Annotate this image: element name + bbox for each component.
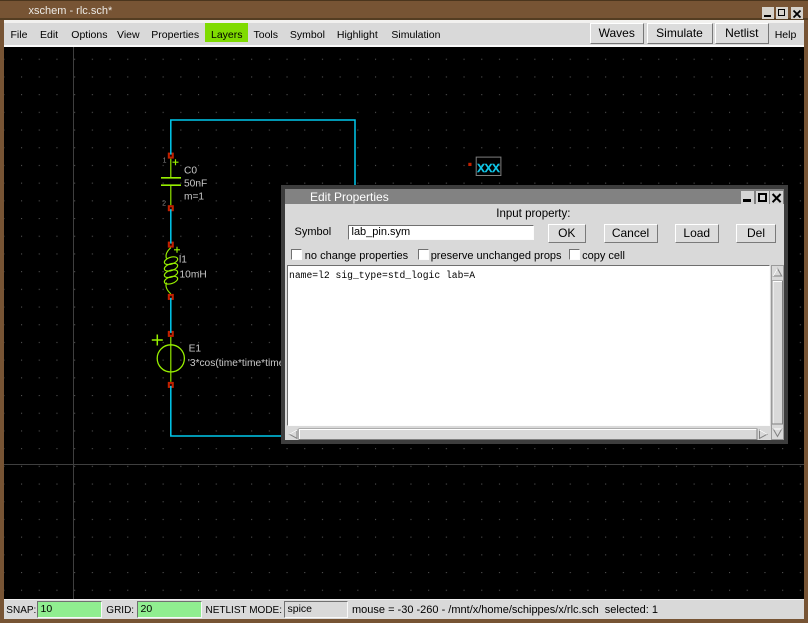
svg-text:'3*cos(time*time*time*: '3*cos(time*time*time*	[188, 358, 288, 369]
svg-text:C0: C0	[184, 165, 197, 176]
svg-text:E1: E1	[189, 343, 202, 354]
svg-text:10mH: 10mH	[180, 270, 207, 281]
svg-text:2: 2	[162, 201, 166, 208]
svg-text:m=1: m=1	[184, 192, 204, 203]
svg-text:xxx: xxx	[477, 159, 500, 176]
svg-text:50nF: 50nF	[184, 179, 207, 190]
svg-text:1: 1	[163, 158, 167, 165]
svg-text:l1: l1	[179, 255, 187, 266]
